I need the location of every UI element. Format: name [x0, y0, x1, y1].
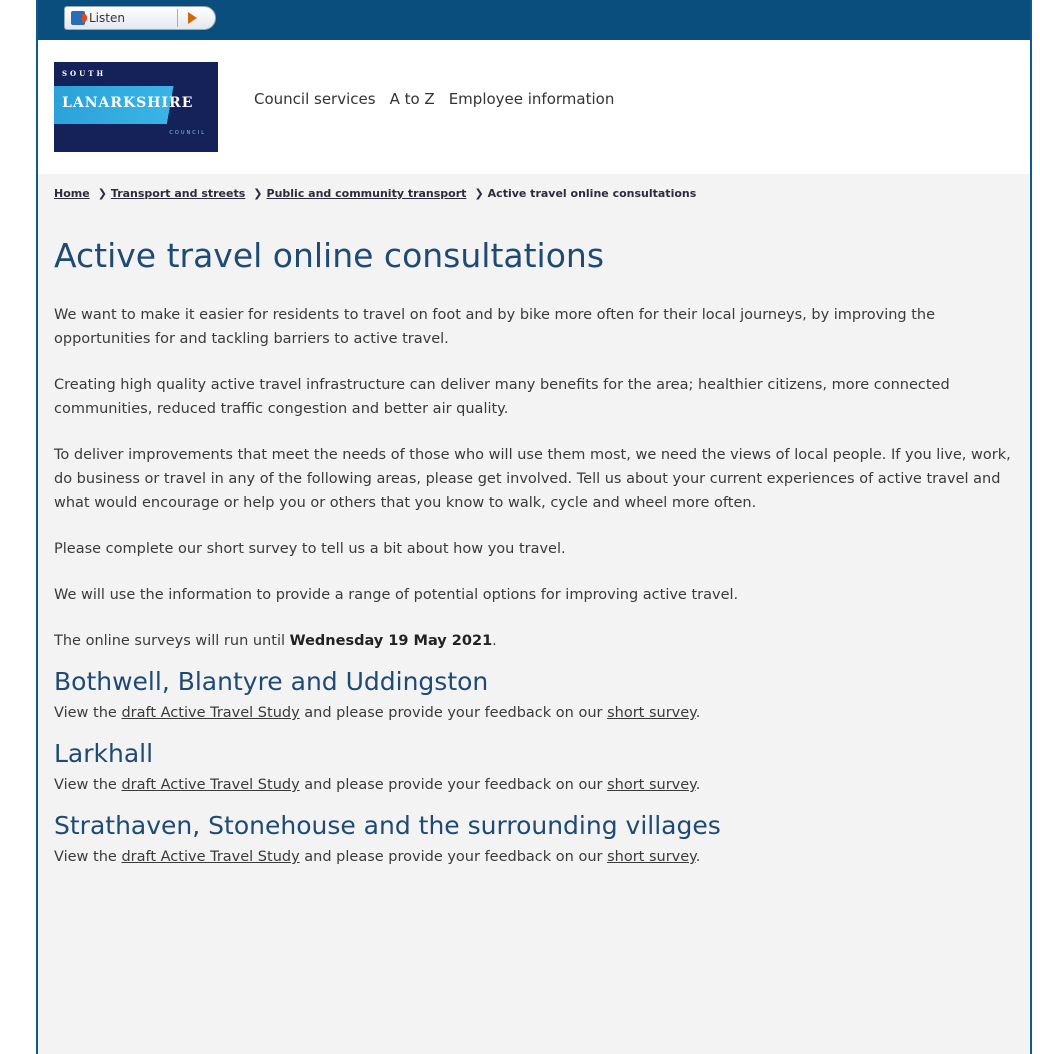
listen-label: Listen [89, 11, 125, 25]
section-text: View the draft Active Travel Study and p… [54, 701, 1018, 725]
options-paragraph: We will use the information to provide a… [54, 587, 739, 603]
listen-divider [177, 9, 178, 27]
section-text-middle: and please provide your feedback on our [299, 777, 608, 793]
nav-council-services[interactable]: Council services [254, 90, 376, 108]
section-title: Larkhall [54, 739, 154, 768]
nav-employee-information[interactable]: Employee information [449, 90, 615, 108]
intro-paragraph: We want to make it easier for residents … [54, 307, 936, 347]
logo-line-name: LANARKSHIRE [62, 95, 194, 111]
section-text: View the draft Active Travel Study and p… [54, 773, 1018, 797]
breadcrumb-public-and-community-transport[interactable]: Public and community transport [267, 187, 467, 200]
logo-line-council: COUNCIL [169, 130, 206, 136]
section-text-before: View the [54, 777, 122, 793]
section-text-before: View the [54, 705, 122, 721]
section-text: View the draft Active Travel Study and p… [54, 845, 1018, 869]
deadline-prefix: The online surveys will run until [54, 633, 290, 649]
short-survey-link[interactable]: short survey [607, 705, 696, 721]
nav-a-to-z[interactable]: A to Z [390, 90, 435, 108]
section-text-middle: and please provide your feedback on our [299, 849, 608, 865]
breadcrumb: Home ❯ Transport and streets ❯ Public and co… [54, 187, 696, 200]
speaker-icon [71, 11, 87, 25]
section-text-after: . [695, 849, 701, 865]
draft-study-link[interactable]: draft Active Travel Study [121, 705, 299, 721]
deadline-suffix: . [492, 633, 497, 649]
main-content: Active travel online consultations We wa… [54, 236, 1018, 881]
breadcrumb-home[interactable]: Home [54, 187, 90, 200]
council-logo[interactable]: SOUTH LANARKSHIRE COUNCIL [54, 62, 218, 152]
section-text-before: View the [54, 849, 122, 865]
logo-line-south: SOUTH [62, 69, 107, 78]
page-frame: Listen SOUTH LANARKSHIRE COUNCIL Council… [36, 0, 1032, 1054]
survey-paragraph: Please complete our short survey to tell… [54, 541, 566, 557]
page-title: Active travel online consultations [54, 236, 605, 275]
top-navigation: Council services A to Z Employee informa… [254, 90, 614, 108]
deadline-paragraph: The online surveys will run until Wednes… [54, 629, 1018, 653]
play-icon[interactable] [188, 12, 197, 24]
breadcrumb-current: Active travel online consultations [487, 187, 697, 200]
listen-button[interactable]: Listen [64, 6, 216, 30]
section-strathaven: Strathaven, Stonehouse and the surroundi… [54, 809, 1018, 869]
draft-study-link[interactable]: draft Active Travel Study [121, 777, 299, 793]
section-title: Bothwell, Blantyre and Uddingston [54, 667, 489, 696]
draft-study-link[interactable]: draft Active Travel Study [121, 849, 299, 865]
deadline-date: Wednesday 19 May 2021 [289, 633, 493, 649]
site-header: SOUTH LANARKSHIRE COUNCIL Council servic… [38, 40, 1030, 174]
section-bothwell: Bothwell, Blantyre and Uddingston View t… [54, 665, 1018, 725]
section-text-middle: and please provide your feedback on our [299, 705, 608, 721]
chevron-right-icon: ❯ [97, 187, 107, 200]
section-text-after: . [695, 705, 701, 721]
involvement-paragraph: To deliver improvements that meet the ne… [54, 447, 1011, 511]
top-bar: Listen [38, 0, 1030, 40]
section-title: Strathaven, Stonehouse and the surroundi… [54, 811, 721, 840]
section-larkhall: Larkhall View the draft Active Travel St… [54, 737, 1018, 797]
breadcrumb-transport-and-streets[interactable]: Transport and streets [111, 187, 245, 200]
benefits-paragraph: Creating high quality active travel infr… [54, 377, 950, 417]
section-text-after: . [695, 777, 701, 793]
chevron-right-icon: ❯ [253, 187, 263, 200]
short-survey-link[interactable]: short survey [607, 777, 696, 793]
short-survey-link[interactable]: short survey [607, 849, 696, 865]
chevron-right-icon: ❯ [474, 187, 484, 200]
